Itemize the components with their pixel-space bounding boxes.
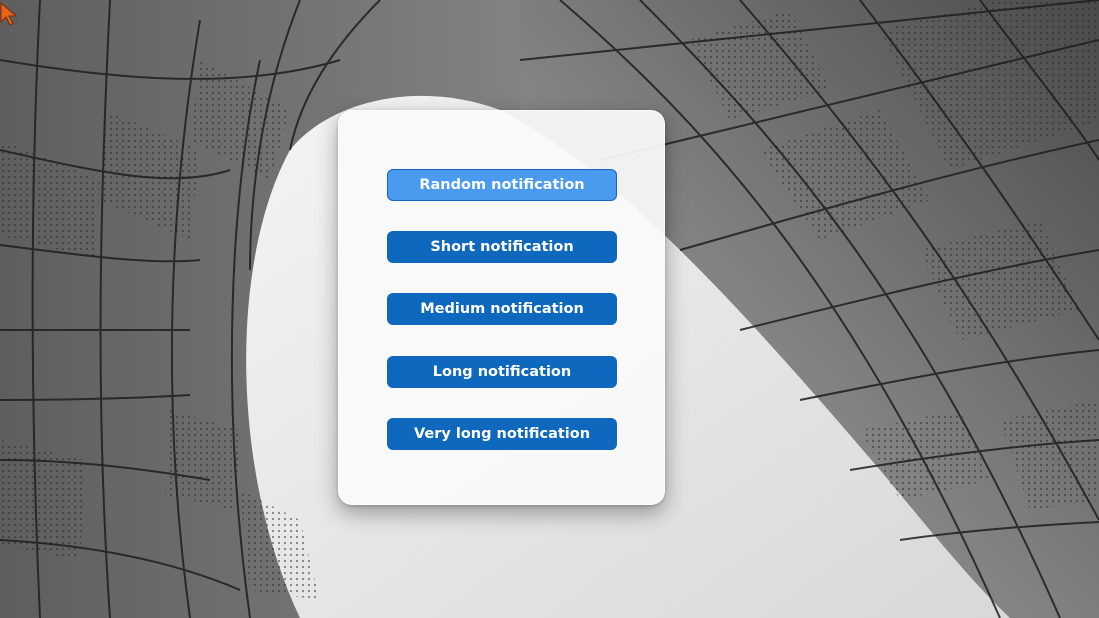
very-long-notification-button[interactable]: Very long notification (387, 418, 617, 450)
random-notification-button[interactable]: Random notification (387, 169, 617, 201)
notification-dialog: Random notification Short notification M… (338, 110, 665, 505)
medium-notification-button[interactable]: Medium notification (387, 293, 617, 325)
long-notification-button[interactable]: Long notification (387, 356, 617, 388)
mouse-pointer-icon (0, 2, 18, 26)
desktop: Random notification Short notification M… (0, 0, 1099, 618)
short-notification-button[interactable]: Short notification (387, 231, 617, 263)
